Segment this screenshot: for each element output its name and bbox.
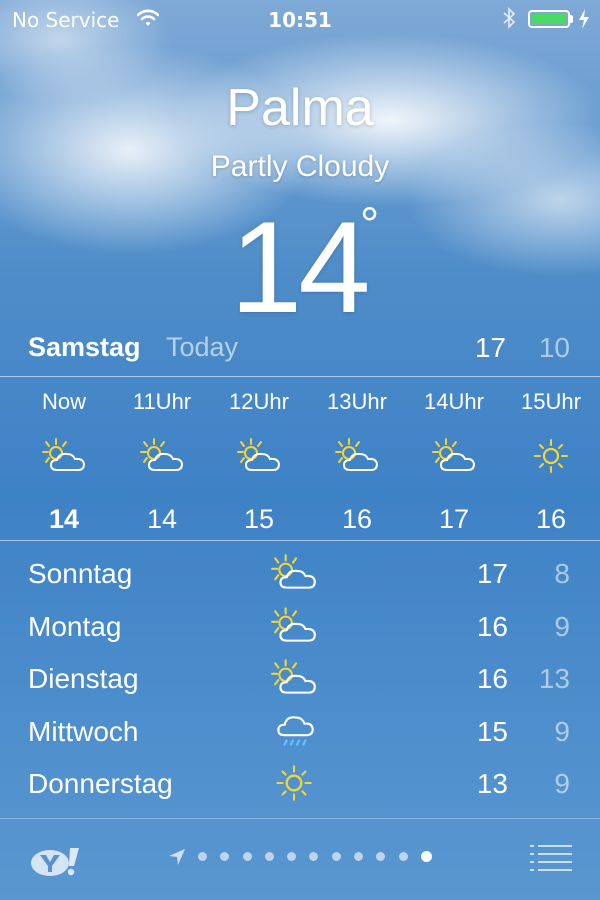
daily-row: Mittwoch 15 9 [0,708,600,760]
hour-item: 15Uhr 16 [502,388,600,535]
daily-low: 9 [554,611,570,642]
daily-day: Mittwoch [28,716,139,747]
daily-row: Sonntag 17 8 [0,550,600,602]
daily-high: 16 [476,611,508,642]
daily-day: Donnerstag [28,768,173,799]
daily-row: Dienstag 16 13 [0,655,600,707]
hour-temp: 17 [438,504,470,534]
hour-label: Now [41,389,86,414]
page-dot[interactable] [264,852,274,861]
hour-item: 11Uhr 14 [113,388,211,535]
partly-cloudy-icon [270,552,318,594]
hour-item: Now 14 [15,388,113,535]
partly-cloudy-icon [270,657,318,699]
today-high: 17 [474,332,506,363]
page-dot[interactable] [376,852,386,861]
hour-temp: 14 [48,504,80,534]
page-dot[interactable] [220,852,230,861]
rain-icon [270,710,318,752]
daily-low: 9 [554,768,570,799]
page-dot[interactable] [398,852,408,861]
hour-temp: 15 [243,504,275,534]
bluetooth-icon [503,7,516,29]
today-label: Today [166,332,239,362]
hour-item: 14Uhr 17 [405,388,503,535]
hour-item: 13Uhr 16 [308,388,406,535]
charging-bolt-icon [579,9,589,29]
daily-low: 13 [538,663,570,694]
hour-label: 11Uhr [132,389,192,414]
daily-high: 16 [476,663,508,694]
page-dot[interactable] [354,852,364,861]
daily-high: 13 [476,768,508,799]
daily-day: Montag [28,611,122,642]
hour-temp: 14 [146,504,178,534]
partly-cloudy-icon [431,436,477,476]
daily-high: 17 [476,558,508,589]
location-arrow-icon[interactable] [168,848,186,866]
partly-cloudy-icon [41,436,87,476]
current-temperature: 14 [230,194,371,340]
hour-label: 12Uhr [229,389,289,414]
hour-label: 15Uhr [521,389,581,414]
hour-item: 12Uhr 15 [210,388,308,535]
page-indicator[interactable] [198,851,445,864]
weather-condition: Partly Cloudy [210,150,390,183]
daily-day: Dienstag [28,663,139,694]
city-name: Palma [226,79,374,137]
partly-cloudy-icon [236,436,282,476]
battery-icon [528,10,570,28]
partly-cloudy-icon [139,436,185,476]
divider [0,818,600,819]
page-dot[interactable] [242,852,252,861]
divider [0,376,600,377]
page-dot[interactable] [198,852,207,861]
today-day-name: Samstag [28,332,141,362]
battery-tip [570,15,573,23]
daily-low: 9 [554,716,570,747]
yahoo-logo-icon[interactable] [28,844,84,878]
daily-row: Montag 16 9 [0,603,600,655]
daily-row: Donnerstag 13 9 [0,760,600,812]
city-list-icon[interactable] [530,842,572,872]
page-dot[interactable] [309,852,319,861]
partly-cloudy-icon [334,436,380,476]
daily-day: Sonntag [28,558,133,589]
sun-icon [528,436,574,476]
hour-label: 14Uhr [424,389,484,414]
daily-low: 8 [554,558,570,589]
today-low: 10 [538,332,570,363]
partly-cloudy-icon [270,605,318,647]
sun-icon [270,762,318,804]
page-dot-active[interactable] [420,851,432,862]
hour-label: 13Uhr [327,389,387,414]
daily-high: 15 [476,716,508,747]
degree-symbol: ° [360,199,380,252]
divider [0,540,600,541]
page-dot[interactable] [287,852,297,861]
hour-temp: 16 [341,504,373,534]
hour-temp: 16 [535,504,567,534]
page-dot[interactable] [331,852,341,861]
status-bar: No Service 10:51 [0,0,600,40]
